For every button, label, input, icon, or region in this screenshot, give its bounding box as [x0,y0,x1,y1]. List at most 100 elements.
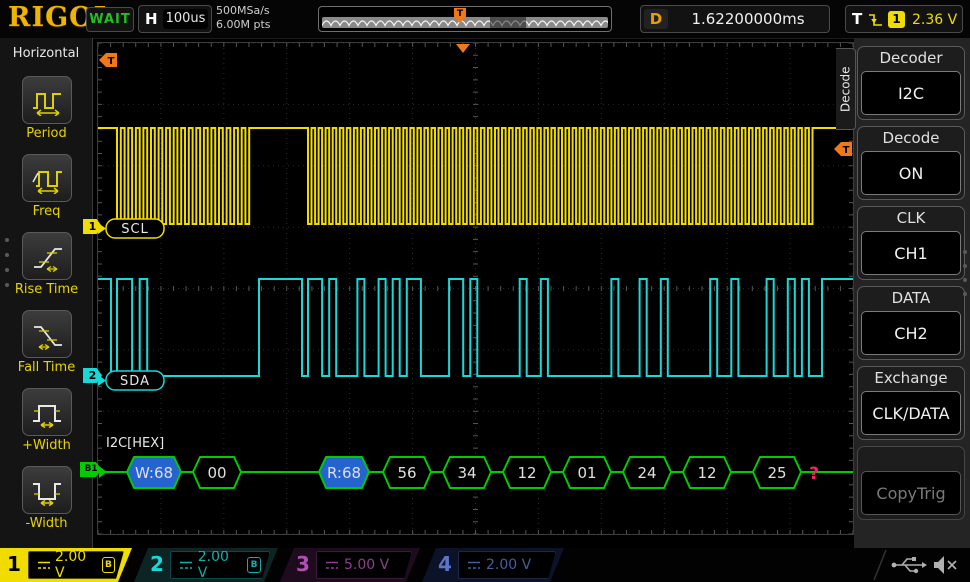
softkey-value: ON [861,151,961,195]
channel-volts-per-div: 2.00 V [198,549,242,581]
bw-limit-icon: B [247,557,261,573]
menu-item-period[interactable]: Period [0,76,93,141]
decode-frame-value: 25 [767,464,786,482]
channel-settings: 5.00 V [316,551,412,579]
softkey-clk[interactable]: CLKCH1 [857,206,965,280]
menu-item--width[interactable]: -Width [0,466,93,531]
menu-item-freq[interactable]: Freq [0,154,93,219]
decode-frame-value: 56 [397,464,416,482]
trigger-position-marker-small[interactable]: T [454,8,467,24]
speaker-muted-icon [934,556,956,574]
decode-frame: R:68 [319,457,369,488]
page-dot [963,250,967,254]
decode-error-marker: ? [809,464,819,484]
rise-time-icon [22,232,72,280]
decode-frame: 01 [563,457,611,488]
svg-text:T: T [457,9,464,19]
sda-label[interactable]: SDA [106,371,164,390]
timebase-box: H 100us [138,5,212,33]
decode-frame-value: W:68 [135,464,173,482]
scl-label[interactable]: SCL [106,219,164,238]
run-status-box: WAIT [86,7,134,32]
menu-item-label: Freq [0,204,93,219]
softkey-exchange[interactable]: ExchangeCLK/DATA [857,366,965,440]
menu-item-label: Period [0,126,93,141]
freq-icon [22,154,72,202]
softkey-data[interactable]: DATACH2 [857,286,965,360]
decode-frame: W:68 [127,457,181,488]
decode-frame: 34 [443,457,491,488]
decode-frame: 56 [383,457,431,488]
channel-number: 4 [438,552,452,576]
channel-number: 3 [296,552,310,576]
decode-frame: 12 [503,457,551,488]
timebase-label: H [145,10,158,28]
decode-frame-value: 12 [697,464,716,482]
trigger-position-icon[interactable] [456,44,470,53]
decode-frame: 25 [753,457,801,488]
delay-position-bar[interactable]: T [318,6,612,32]
scl-label-text: SCL [121,222,149,237]
channel-4-status[interactable]: 42.00 V [422,548,564,582]
horizontal-measure-menu: Horizontal Period Freq Rise Time Fall Time +… [0,38,93,548]
decode-frame-value: 34 [457,464,476,482]
bottom-right-icons [860,548,965,582]
fall-time-icon [22,310,72,358]
falling-edge-icon [868,12,883,29]
channel-2-status[interactable]: 2 2.00 V B [134,548,278,582]
decode-menu-tab[interactable]: Decode [836,48,856,130]
softkey-decoder[interactable]: DecoderI2C [857,46,965,120]
t-glyph: T [843,145,850,156]
softkey-decode[interactable]: DecodeON [857,126,965,200]
timebase-value: 100us [163,9,208,29]
softkey-value: CopyTrig [861,471,961,515]
menu-title: Horizontal [0,38,92,61]
menu-item-fall-time[interactable]: Fall Time [0,310,93,375]
minus-width-icon [22,466,72,514]
decode-softkey-panel: DecoderI2CDecodeONCLKCH1DATACH2ExchangeC… [854,38,970,548]
delay-box: D 1.62200000ms [640,5,830,33]
channel-settings: 2.00 VB [28,551,124,579]
trigger-source-badge: 1 [888,11,905,28]
softkey-label: Decode [858,127,964,149]
page-dot [963,264,967,268]
sda-label-text: SDA [120,374,150,389]
sample-rate: 500MSa/s [216,4,271,18]
decode-frame-value: 12 [517,464,536,482]
t-glyph: T [108,56,115,67]
dc-coupling-icon [467,560,481,571]
channel-settings: 2.00 V B [170,551,270,579]
softkey-copytrig[interactable]: CopyTrig [857,446,965,520]
channel-settings: 2.00 V [458,551,556,579]
softkey-label [858,447,964,469]
channel-number: 2 [150,552,164,576]
decode-frame-value: R:68 [327,464,361,482]
delay-label: D [644,9,668,29]
channel-status-bar: 12.00 VB22.00 VB35.00 V42.00 V [0,548,970,582]
bus-format-label: I2C[HEX] [106,436,164,451]
menu-item--width[interactable]: +Width [0,388,93,453]
plus-width-icon [22,388,72,436]
page-dot [5,268,9,272]
waveform-display: I2C[HEX] W:68 00 R:68 56 34 12 01 24 12 25? SCL SDA T… [97,42,854,535]
oscilloscope-screen: RIGOL WAIT H 100us 500MSa/s 6.00M pts T … [0,0,970,582]
softkey-label: DATA [858,287,964,309]
softkey-value: CH1 [861,231,961,275]
decode-frame: 00 [193,457,241,488]
decode-frame-value: 24 [637,464,656,482]
trigger-level-marker[interactable]: T [834,142,852,156]
channel-1-status[interactable]: 12.00 VB [0,548,132,582]
menu-item-label: Rise Time [0,282,93,297]
page-dot [5,238,9,242]
softkey-value: CLK/DATA [861,391,961,435]
trigger-info-box: T 1 2.36 V [845,5,963,33]
menu-item-label: Fall Time [0,360,93,375]
channel-3-status[interactable]: 35.00 V [280,548,420,582]
page-dot [5,283,9,287]
period-icon [22,76,72,124]
decode-frame-value: 00 [207,464,226,482]
decode-frame-value: 01 [577,464,596,482]
dc-coupling-icon [325,560,339,571]
usb-icon [892,557,927,573]
menu-item-rise-time[interactable]: Rise Time [0,232,93,297]
